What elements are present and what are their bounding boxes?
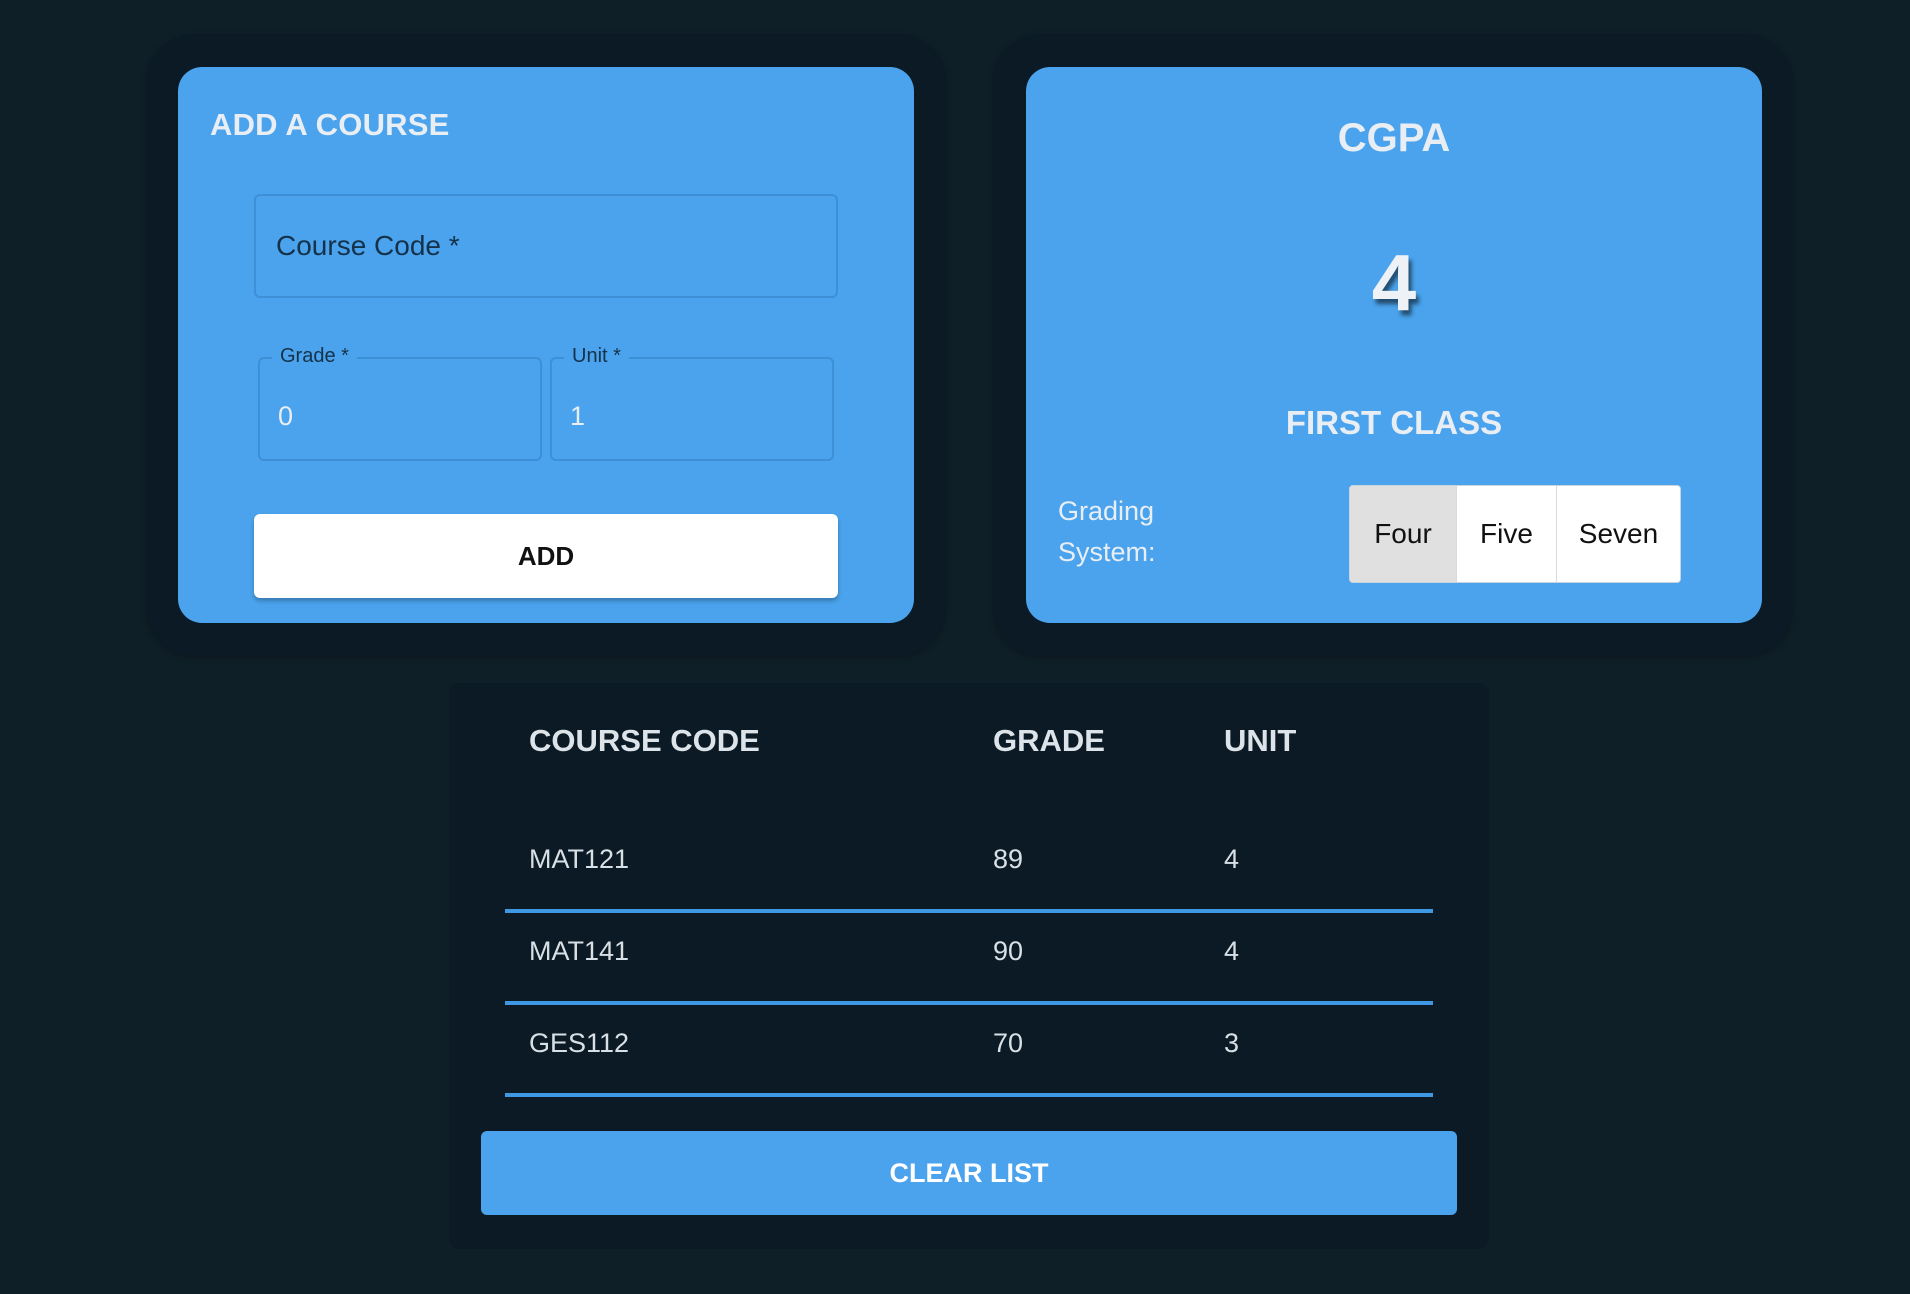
course-code-cell: GES112 [529, 1028, 630, 1058]
unit-cell: 4 [1224, 844, 1240, 874]
course-code-cell: MAT141 [529, 936, 630, 966]
grade-cell: 89 [993, 844, 1024, 874]
course-code-input[interactable]: Course Code * [254, 194, 838, 298]
unit-input[interactable]: Unit * 1 [550, 345, 834, 461]
grade-input[interactable]: Grade * 0 [258, 345, 542, 461]
add-course-title: ADD A COURSE [210, 107, 450, 142]
clear-list-button[interactable]: CLEAR LIST [481, 1131, 1457, 1215]
course-code-cell: MAT121 [529, 844, 630, 874]
grading-option-seven[interactable]: Seven [1556, 486, 1680, 582]
grade-value: 0 [278, 401, 294, 431]
grade-cell: 70 [993, 1028, 1024, 1058]
header-grade: GRADE [993, 723, 1105, 758]
grade-cell: 90 [993, 936, 1024, 966]
grading-system-label: Grading System: [1058, 496, 1156, 567]
table-row: GES112 70 3 [505, 1005, 1433, 1097]
unit-label: Unit * [564, 345, 629, 368]
table-row: MAT121 89 4 [505, 821, 1433, 913]
grading-system-toggle: Four Five Seven [1349, 485, 1681, 583]
cgpa-title: CGPA [1337, 116, 1451, 160]
header-course-code: COURSE CODE [529, 723, 760, 758]
add-course-card: ADD A COURSE Course Code * Grade * 0 Uni… [178, 67, 914, 623]
unit-value: 1 [570, 401, 586, 431]
degree-classification: FIRST CLASS [1285, 404, 1503, 441]
courses-table-panel: COURSE CODE GRADE UNIT MAT121 89 4 MAT14… [449, 683, 1489, 1249]
unit-cell: 3 [1224, 1028, 1240, 1058]
cgpa-card: CGPA 4 FIRST CLASS Grading System: Four … [1026, 67, 1762, 623]
grade-label: Grade * [272, 345, 357, 368]
unit-cell: 4 [1224, 936, 1240, 966]
table-row: MAT141 90 4 [505, 913, 1433, 1005]
course-code-placeholder: Course Code * [276, 230, 460, 261]
cgpa-value: 4 [1371, 238, 1417, 327]
grading-option-four[interactable]: Four [1350, 486, 1456, 582]
add-button[interactable]: ADD [254, 514, 838, 598]
grading-option-five[interactable]: Five [1456, 486, 1556, 582]
header-unit: UNIT [1224, 723, 1297, 758]
